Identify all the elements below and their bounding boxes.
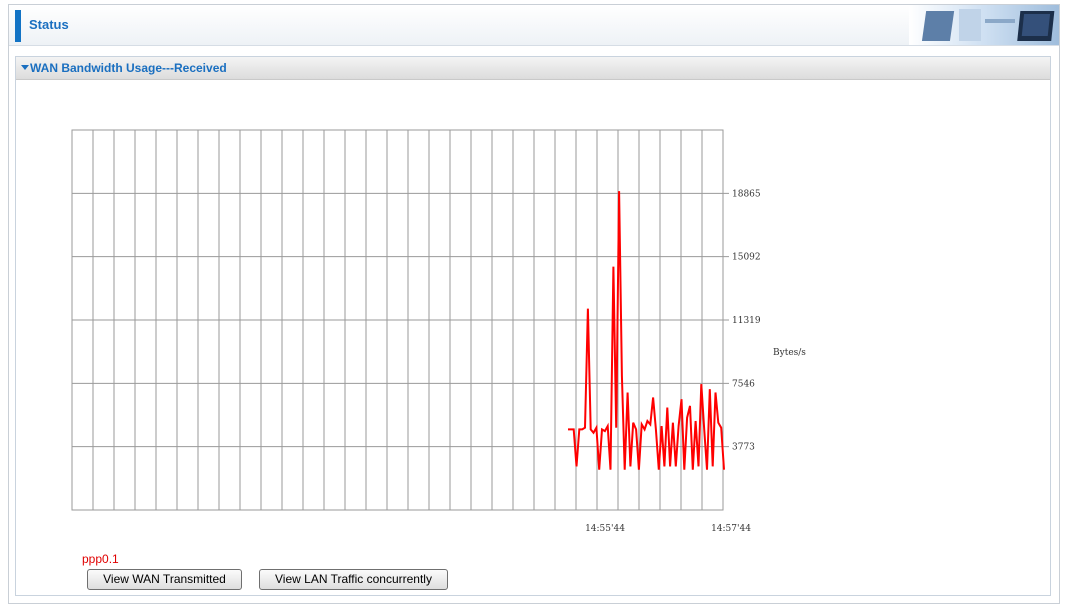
y-tick-label: 11319 [732, 316, 761, 326]
x-tick-labels: 14:55'44 14:57'44 [585, 524, 751, 534]
view-wan-transmitted-button[interactable]: View WAN Transmitted [87, 569, 242, 590]
x-tick-label: 14:57'44 [711, 524, 751, 534]
y-tick-label: 15092 [732, 253, 761, 263]
interface-label: ppp0.1 [82, 552, 119, 566]
bandwidth-chart: 18865 15092 11319 7546 3773 14:55'44 14:57'44… [71, 129, 806, 534]
y-axis-label: Bytes/s [773, 348, 806, 358]
y-tick-labels: 18865 15092 11319 7546 3773 [732, 189, 761, 452]
x-tick-label: 14:55'44 [585, 524, 625, 534]
y-tick-label: 7546 [732, 379, 755, 389]
view-lan-traffic-button[interactable]: View LAN Traffic concurrently [259, 569, 448, 590]
y-tick-label: 18865 [732, 189, 761, 199]
y-tick-label: 3773 [732, 443, 755, 453]
